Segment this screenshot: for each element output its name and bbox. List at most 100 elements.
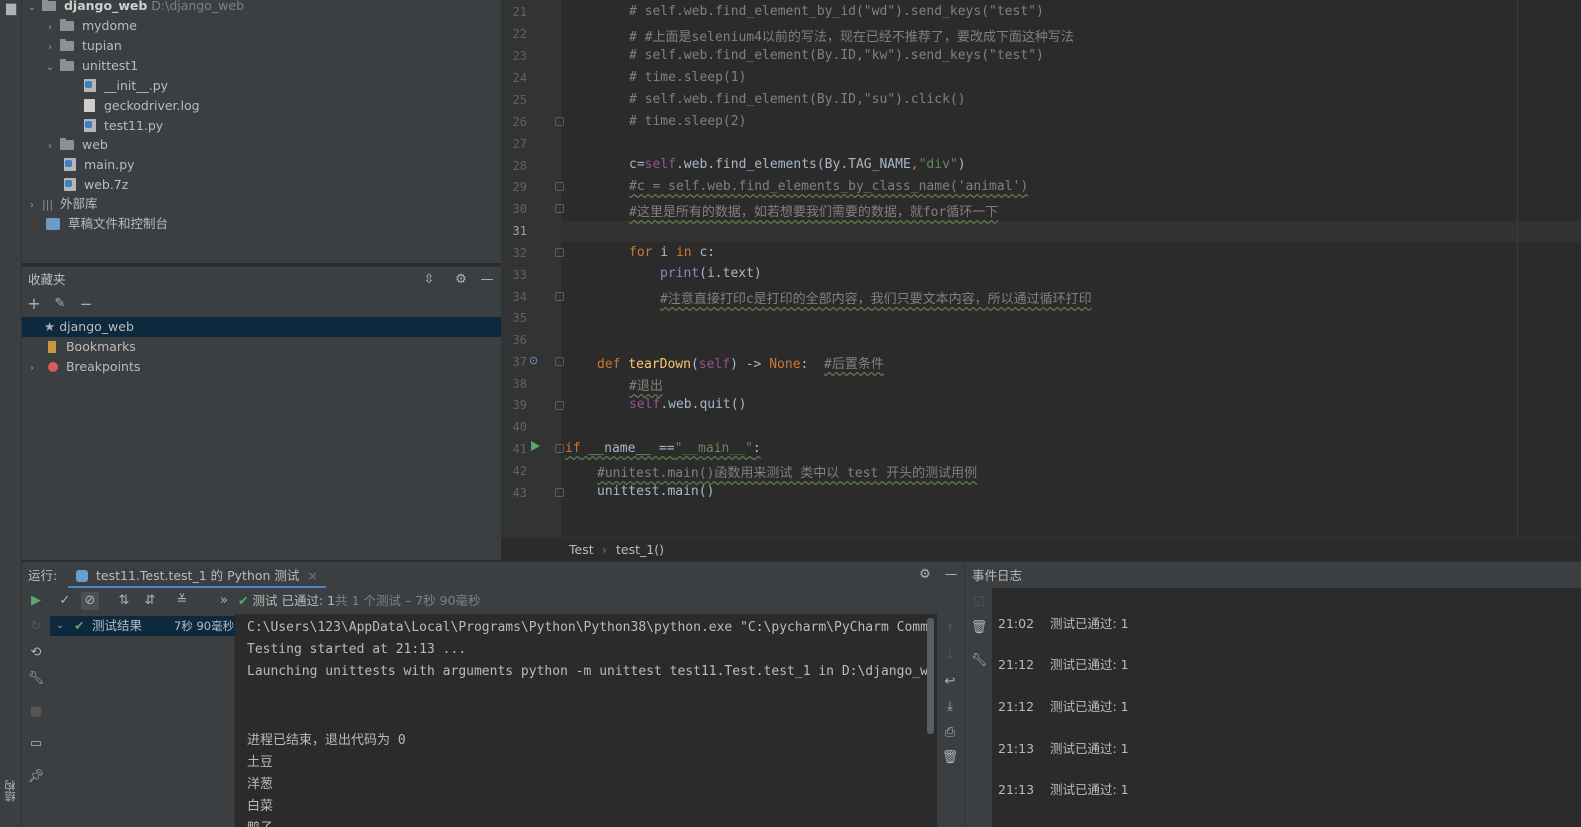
tree-item-tupian[interactable]: › tupian [44, 36, 122, 56]
tree-item-external-libraries[interactable]: › ||| 外部库 [26, 194, 97, 214]
code-line-29[interactable]: #c = self.web.find_elements_by_class_nam… [629, 179, 1028, 194]
remove-icon[interactable]: − [77, 295, 95, 313]
event-entry[interactable]: 21:13 测试已通过: 1 [998, 738, 1129, 757]
code-token: (i.text) [699, 266, 762, 281]
chevron-right-icon[interactable]: › [26, 196, 38, 216]
code-line-25[interactable]: # self.web.find_element(By.ID,"su").clic… [629, 92, 966, 107]
tree-item-mydome[interactable]: › mydome [44, 16, 137, 36]
more-icon[interactable]: » [215, 592, 233, 610]
down-arrow-icon[interactable]: ↓ [941, 647, 959, 665]
project-folder-icon[interactable]: ▆ [2, 0, 20, 18]
chevron-right-icon[interactable]: › [44, 38, 56, 58]
test-result-root[interactable]: ⌄ ✔ 测试结果 7秒 90毫秒 [50, 616, 235, 636]
code-line-24[interactable]: # time.sleep(1) [629, 70, 746, 85]
pin-icon[interactable]: 📌︎ [27, 768, 45, 786]
fold-marker-icon[interactable] [555, 117, 564, 126]
fold-marker-icon[interactable] [555, 248, 564, 257]
sort-alpha-icon[interactable]: ⇅ [115, 592, 133, 610]
chevron-down-icon[interactable]: ⌄ [44, 58, 56, 78]
event-log-list: 21:02 测试已通过: 1 21:12 测试已通过: 1 21:12 测试已通… [992, 588, 1581, 827]
trash-icon[interactable]: 🗑︎ [941, 749, 959, 767]
gear-icon[interactable]: ⚙ [916, 566, 934, 584]
code-line-26[interactable]: # time.sleep(2) [629, 114, 746, 129]
breadcrumb-class[interactable]: Test [569, 538, 594, 562]
run-tab[interactable]: test11.Test.test_1 的 Python 测试 × [68, 562, 326, 589]
chevron-right-icon[interactable]: › [26, 359, 38, 379]
fold-marker-icon[interactable] [555, 182, 564, 191]
run-gutter-icon[interactable] [531, 441, 540, 451]
chevron-right-icon[interactable]: › [44, 18, 56, 38]
tree-item-geckodriver-log[interactable]: geckodriver.log [84, 96, 200, 116]
expand-all-icon[interactable]: ≚ [173, 592, 191, 610]
fold-marker-icon[interactable] [555, 488, 564, 497]
line-number: 37 [512, 355, 527, 369]
show-passed-icon[interactable]: ✓ [56, 592, 74, 610]
test-status: ✔ 测试 已通过: 1共 1 个测试 – 7秒 90毫秒 [238, 588, 481, 614]
code-line-39[interactable]: self.web.quit() [629, 397, 746, 412]
toggle-auto-test-icon[interactable]: ⟲ [27, 644, 45, 662]
event-entry[interactable]: 21:12 测试已通过: 1 [998, 654, 1129, 673]
wrench-icon[interactable]: 🔧︎ [970, 652, 988, 670]
soft-wrap-icon[interactable]: ↩ [941, 673, 959, 691]
tree-item-unittest1[interactable]: ⌄ unittest1 [44, 56, 138, 76]
collapse-all-icon[interactable]: ⇳ [420, 271, 438, 289]
edit-icon[interactable]: ✎ [51, 295, 69, 313]
minimize-icon[interactable]: — [942, 566, 960, 584]
code-line-30[interactable]: #这里是所有的数据，如若想要我们需要的数据，就for循环一下 [629, 201, 998, 220]
fold-marker-icon[interactable] [555, 401, 564, 410]
breadcrumb-method[interactable]: test_1() [616, 538, 664, 562]
tree-item-web[interactable]: › web [44, 135, 108, 155]
chevron-down-icon[interactable]: ⌄ [56, 616, 64, 636]
chevron-down-icon[interactable]: ⌄ [26, 0, 38, 18]
gear-icon[interactable]: ⚙ [452, 271, 470, 289]
close-icon[interactable]: × [307, 568, 317, 583]
event-entry[interactable]: 21:13 测试已通过: 1 [998, 779, 1129, 798]
code-line-34[interactable]: #注意直接打印c是打印的全部内容，我们只要文本内容，所以通过循环打印 [660, 288, 1092, 307]
event-entry[interactable]: 21:02 测试已通过: 1 [998, 613, 1129, 632]
fold-marker-icon[interactable] [555, 292, 564, 301]
tree-item-test11-py[interactable]: test11.py [84, 116, 163, 136]
favorite-item-django-web[interactable]: ★ django_web [22, 317, 501, 337]
wrench-icon[interactable]: 🔧︎ [27, 670, 45, 688]
event-entry[interactable]: 21:12 测试已通过: 1 [998, 696, 1129, 715]
layout-icon[interactable]: ▭ [27, 735, 45, 753]
tree-item-main-py[interactable]: main.py [64, 155, 135, 175]
console-output[interactable]: C:\Users\123\AppData\Local\Programs\Pyth… [236, 614, 936, 827]
code-line-37[interactable]: def tearDown(self) -> None: #后置条件 [597, 353, 884, 372]
sort-duration-icon[interactable]: ⇵ [141, 592, 159, 610]
code-line-41[interactable]: if __name__ =="__main__": [565, 441, 761, 456]
mark-read-icon[interactable]: ☑ [970, 594, 988, 612]
trash-icon[interactable]: 🗑︎ [970, 619, 988, 637]
code-line-42[interactable]: #unitest.main()函数用来测试 类中以 test 开头的测试用例 [597, 462, 977, 481]
code-line-23[interactable]: # self.web.find_element(By.ID,"kw").send… [629, 48, 1044, 63]
code-line-38[interactable]: #退出 [629, 375, 663, 394]
code-line-28[interactable]: c=self.web.find_elements(By.TAG_NAME,"di… [629, 157, 966, 172]
fold-marker-icon[interactable] [555, 444, 564, 453]
chevron-right-icon[interactable]: › [44, 137, 56, 157]
console-scrollbar[interactable] [927, 618, 934, 734]
print-icon[interactable]: ⎙ [941, 724, 959, 742]
favorite-item-breakpoints[interactable]: › Breakpoints [26, 357, 140, 377]
tree-root[interactable]: ⌄ django_web D:\django_web [26, 0, 244, 16]
fold-marker-icon[interactable] [555, 357, 564, 366]
up-arrow-icon[interactable]: ↑ [941, 621, 959, 639]
code-line-22[interactable]: # #上面是selenium4以前的写法，现在已经不推荐了，要改成下面这种写法 [629, 26, 1074, 45]
rerun-icon[interactable]: ▶ [27, 592, 45, 610]
structure-tab[interactable]: 结构 [3, 780, 19, 802]
tree-item-init-py[interactable]: __init__.py [84, 76, 168, 96]
show-ignored-icon[interactable]: ⊘ [81, 592, 99, 610]
tree-item-scratches[interactable]: 草稿文件和控制台 [46, 214, 168, 234]
fold-marker-icon[interactable] [555, 204, 564, 213]
tree-item-web-7z[interactable]: web.7z [64, 175, 128, 195]
minimize-icon[interactable]: — [478, 271, 496, 289]
code-line-32[interactable]: for i in c: [629, 245, 715, 260]
stop-icon[interactable]: ■ [27, 703, 45, 721]
scroll-to-end-icon[interactable]: ⤓ [941, 698, 959, 716]
override-marker-icon[interactable]: ⊙ [529, 354, 543, 368]
code-line-43[interactable]: unittest.main() [597, 484, 714, 499]
rerun-failed-icon[interactable]: ↻ [27, 618, 45, 636]
add-icon[interactable]: + [25, 295, 43, 313]
code-line-33[interactable]: print(i.text) [660, 266, 762, 281]
favorite-item-bookmarks[interactable]: Bookmarks [46, 337, 136, 357]
code-line-21[interactable]: # self.web.find_element_by_id("wd").send… [629, 4, 1044, 19]
